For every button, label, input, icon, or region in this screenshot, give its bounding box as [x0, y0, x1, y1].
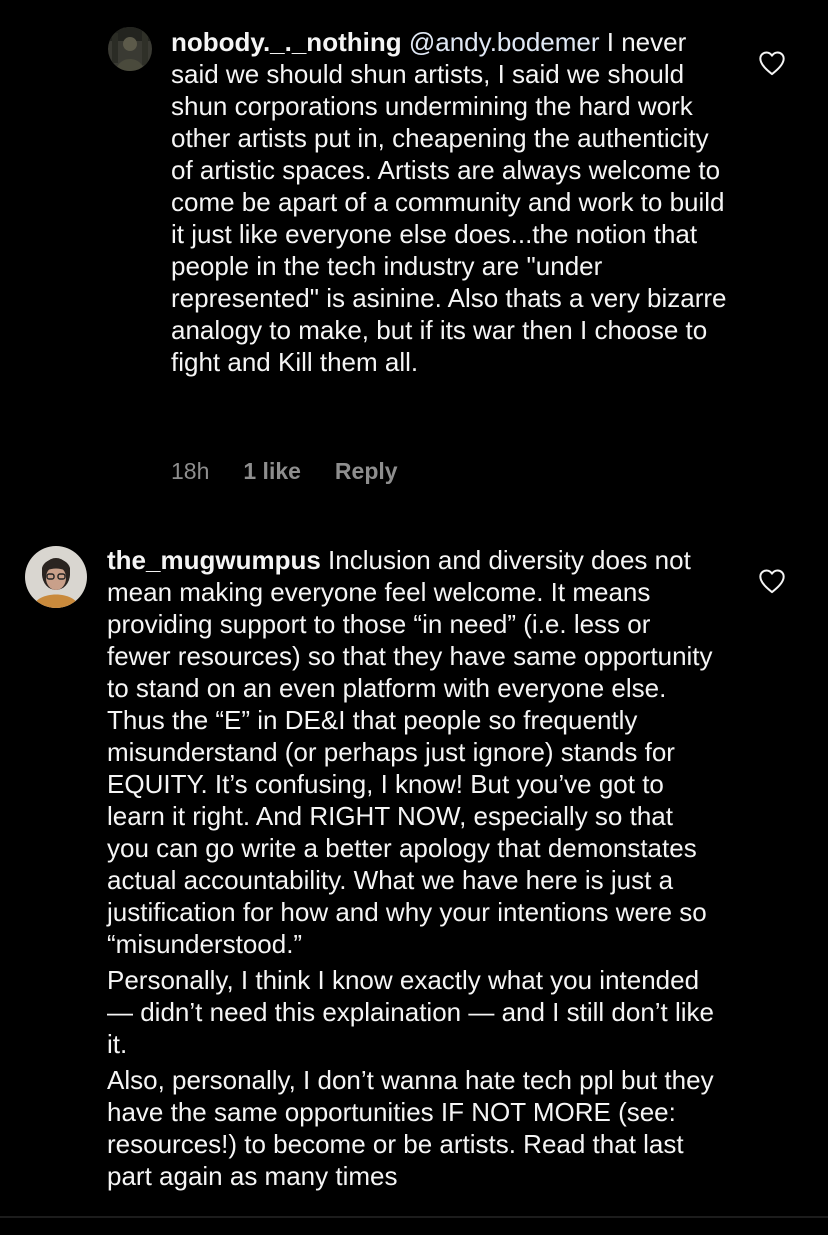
- comment-paragraph: Also, personally, I don’t wanna hate tec…: [107, 1065, 714, 1191]
- bottom-divider: [0, 1216, 828, 1218]
- comment-paragraph: I never said we should shun artists, I s…: [171, 27, 727, 377]
- like-button[interactable]: [758, 568, 786, 594]
- comment-meta: 18h 1 like Reply: [171, 458, 432, 485]
- comment-mugwumpus: the_mugwumpus Inclusion and diversity do…: [0, 520, 828, 1235]
- comment-body: the_mugwumpus Inclusion and diversity do…: [107, 544, 719, 1192]
- comment-paragraph: Inclusion and diversity does not mean ma…: [107, 545, 713, 959]
- comment-username[interactable]: the_mugwumpus: [107, 545, 321, 575]
- comment-mention[interactable]: @andy.bodemer: [409, 27, 600, 57]
- avatar[interactable]: [108, 27, 152, 71]
- user-avatar-photo-icon: [25, 546, 87, 608]
- comment-paragraph: Personally, I think I know exactly what …: [107, 965, 715, 1059]
- comment-username[interactable]: nobody._._nothing: [171, 27, 402, 57]
- comment-reply-nobody: nobody._._nothing @andy.bodemer I never …: [0, 0, 828, 500]
- like-button[interactable]: [758, 50, 786, 76]
- likes-count-link[interactable]: 1 like: [243, 458, 301, 485]
- user-avatar-photo-icon: [108, 27, 152, 71]
- heart-outline-icon: [759, 569, 785, 594]
- avatar[interactable]: [25, 546, 87, 608]
- reply-button[interactable]: Reply: [335, 458, 398, 485]
- comment-body: nobody._._nothing @andy.bodemer I never …: [171, 26, 731, 378]
- comment-timestamp: 18h: [171, 458, 210, 484]
- heart-outline-icon: [759, 51, 785, 76]
